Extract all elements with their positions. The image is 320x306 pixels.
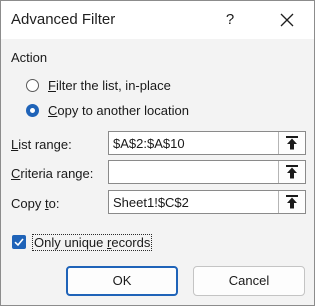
unique-records-label: Only unique records xyxy=(32,233,153,251)
copy-to-location-label: Copy to another location xyxy=(48,102,189,118)
list-range-label: List range: xyxy=(11,137,72,152)
criteria-range-collapse-button[interactable] xyxy=(278,161,305,183)
help-button[interactable]: ? xyxy=(215,5,245,35)
title-bar: Advanced Filter ? xyxy=(1,1,314,39)
close-button[interactable] xyxy=(267,5,307,35)
action-group-label: Action xyxy=(11,50,48,65)
range-select-arrow-icon xyxy=(286,195,298,209)
cancel-button[interactable]: Cancel xyxy=(193,266,305,296)
filter-in-place-radio[interactable] xyxy=(26,78,39,92)
range-select-arrow-icon xyxy=(286,136,298,150)
copy-to-collapse-button[interactable] xyxy=(278,191,305,213)
copy-to-location-radio-row[interactable]: Copy to another location xyxy=(26,100,189,120)
dialog-title: Advanced Filter xyxy=(11,11,116,28)
range-select-arrow-icon xyxy=(286,165,298,179)
advanced-filter-dialog: Advanced Filter ? Action Filter the list… xyxy=(0,0,315,306)
close-icon xyxy=(280,13,294,27)
copy-to-location-radio[interactable] xyxy=(26,103,39,117)
copy-to-input[interactable]: Sheet1!$C$2 xyxy=(108,190,306,214)
unique-records-checkbox[interactable] xyxy=(12,235,26,249)
list-range-input[interactable]: $A$2:$A$10 xyxy=(108,131,306,155)
ok-button[interactable]: OK xyxy=(66,266,178,296)
criteria-range-input[interactable] xyxy=(108,160,306,184)
list-range-collapse-button[interactable] xyxy=(278,132,305,154)
filter-in-place-radio-row[interactable]: Filter the list, in-place xyxy=(26,75,171,95)
unique-records-checkbox-row[interactable]: Only unique records xyxy=(12,233,153,251)
criteria-range-label: Criteria range: xyxy=(11,166,94,181)
copy-to-value: Sheet1!$C$2 xyxy=(113,195,189,210)
help-icon: ? xyxy=(225,11,235,28)
checkmark-icon xyxy=(14,238,24,247)
filter-in-place-label: Filter the list, in-place xyxy=(48,77,171,93)
list-range-value: $A$2:$A$10 xyxy=(113,136,185,151)
copy-to-label: Copy to: xyxy=(11,196,60,211)
